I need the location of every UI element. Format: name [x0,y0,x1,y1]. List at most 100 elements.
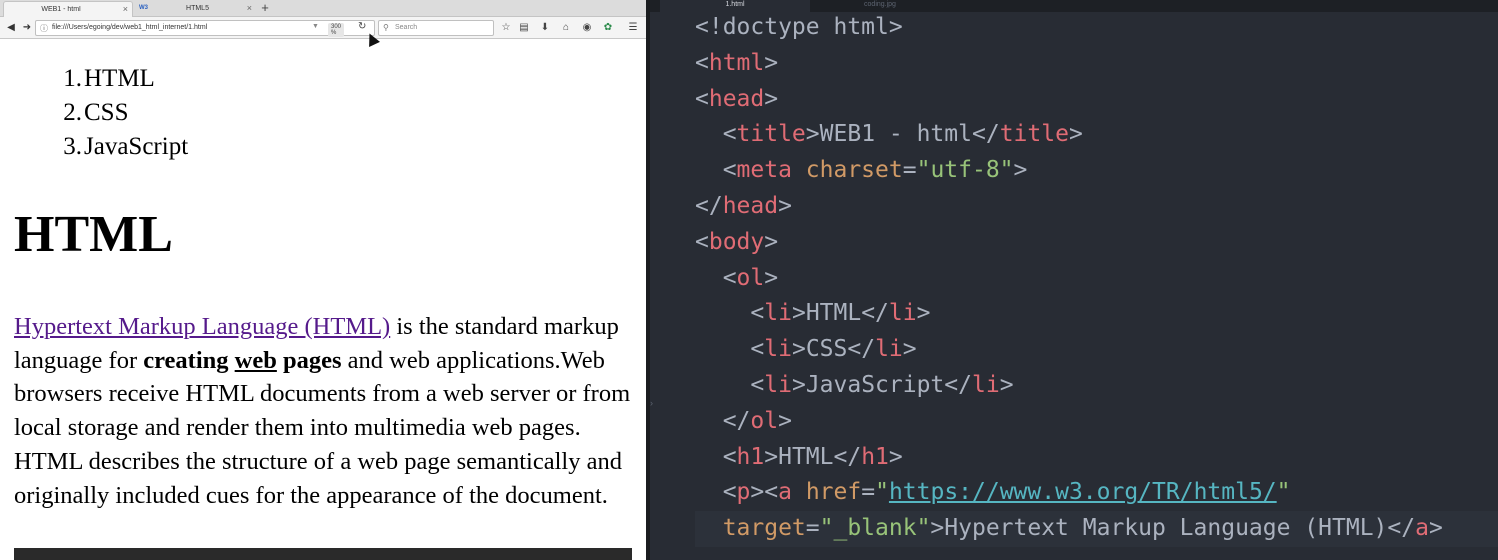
code-token: </ [861,300,889,327]
code-line[interactable]: <meta charset="utf-8"> [695,153,1498,189]
code-editor: 1.html coding.jpg › <!doctype html> <html… [650,0,1498,560]
bold-text-part: pages [276,346,342,374]
reload-icon[interactable]: ↻ [358,21,366,32]
code-token: > [778,192,792,219]
code-line[interactable]: <li>HTML</li> [695,296,1498,332]
code-line[interactable]: target="_blank">Hypertext Markup Languag… [695,511,1498,547]
code-token: > [1013,157,1028,184]
zoom-level-badge[interactable]: 300 % [328,23,345,37]
code-token: > [902,336,917,363]
code-line[interactable]: <li>JavaScript</li> [695,368,1498,404]
code-token: HTML [778,443,834,470]
hamburger-menu-icon[interactable]: ☰ [626,21,640,35]
code-token: a [1415,515,1429,542]
code-token: li [875,336,903,363]
star-icon[interactable]: ☆ [499,21,513,35]
code-token: >< [750,479,779,506]
tab-web1-html[interactable]: WEB1 - html × [3,1,133,17]
code-line[interactable]: </head> [695,189,1498,225]
new-tab-button[interactable]: + [259,1,271,15]
html-spec-link[interactable]: Hypertext Markup Language (HTML) [14,313,390,340]
code-token: " [875,479,889,506]
code-line[interactable]: <html> [695,46,1498,82]
code-token: href [805,479,862,506]
code-token: head [722,192,779,219]
code-line[interactable]: <body> [695,225,1498,261]
code-token: https://www.w3.org/TR/html5/ [888,479,1277,506]
code-token: ol [750,407,779,434]
pocket-icon[interactable]: ◉ [580,21,594,35]
w3c-favicon-icon: W3 [139,5,148,11]
code-token: </ [1387,515,1416,542]
code-token: > [999,371,1014,398]
code-token: = [805,515,820,542]
code-token: < [695,336,765,363]
list-number: 2. [63,99,82,126]
tab-label: HTML5 [186,5,209,12]
code-line[interactable]: <li>CSS</li> [695,332,1498,368]
code-token: title [736,121,806,148]
code-token: </ [695,407,751,434]
code-token: > [888,443,903,470]
search-input[interactable]: ⚲ Search [378,20,494,36]
code-token: li [764,336,792,363]
fold-chevron-icon[interactable]: › [650,398,653,408]
code-line[interactable]: <head> [695,82,1498,118]
code-token: ol [736,264,765,291]
url-bar[interactable]: ⓘ file:///Users/egoing/dev/web1_html_int… [35,20,375,37]
code-token: < [695,264,737,291]
code-token: <!doctype html> [695,14,903,40]
code-token: > [930,515,945,542]
code-token: > [764,264,779,291]
forward-arrow-icon[interactable]: ➜ [20,21,34,35]
code-token: p [736,479,751,506]
browser-tab-bar: WEB1 - html × W3 HTML5 × + [0,0,646,17]
code-token: li [888,300,917,327]
code-line[interactable]: <h1>HTML</h1> [695,440,1498,476]
close-icon[interactable]: × [247,3,252,13]
code-token: </ [833,443,862,470]
code-line[interactable]: </ol> [695,404,1498,440]
code-token: < [695,49,709,76]
code-line[interactable]: <p><a href="https://www.w3.org/TR/html5/… [695,475,1498,511]
code-line[interactable]: <ol> [695,261,1498,297]
list-item: 1. HTML [63,62,188,96]
paragraph: Hypertext Markup Language (HTML) is the … [14,310,638,512]
download-icon[interactable]: ⬇ [538,21,552,35]
code-token: > [791,371,806,398]
home-icon[interactable]: ⌂ [559,21,573,35]
back-arrow-icon[interactable]: ◀ [4,21,18,35]
url-text[interactable]: file:///Users/egoing/dev/web1_html_inter… [52,24,207,31]
close-icon[interactable]: × [123,4,128,14]
clipboard-icon[interactable]: ▤ [517,21,531,35]
code-token: " [1276,479,1291,506]
code-line[interactable]: <!doctype html> [695,10,1498,46]
list-number: 1. [63,65,82,92]
info-icon[interactable]: ⓘ [40,23,48,34]
extension-icon[interactable]: ✿ [601,21,615,35]
search-icon: ⚲ [383,23,389,32]
code-area[interactable]: <!doctype html> <html> <head> <title>WEB1 … [695,10,1498,547]
code-token: > [1068,121,1083,148]
code-token: li [764,300,792,327]
code-line[interactable]: <title>WEB1 - html</title> [695,117,1498,153]
code-token: > [805,121,820,148]
tab-label: WEB1 - html [41,6,81,13]
chevron-down-icon[interactable]: ▼ [312,23,319,30]
ordered-list: 1. HTML 2. CSS 3. JavaScript [63,62,188,164]
code-token: body [708,228,765,255]
code-token: html [708,49,765,76]
bold-text: creating web pages [143,347,341,374]
tab-html5[interactable]: W3 HTML5 × [133,1,256,17]
code-token: meta [736,157,792,184]
code-token: h1 [861,443,889,470]
code-token: title [999,121,1069,148]
code-token: HTML [805,300,862,327]
code-token: < [695,121,737,148]
code-token: = [861,479,876,506]
code-token: > [764,85,779,112]
code-token: "_blank" [819,515,931,542]
code-token: li [972,371,1000,398]
